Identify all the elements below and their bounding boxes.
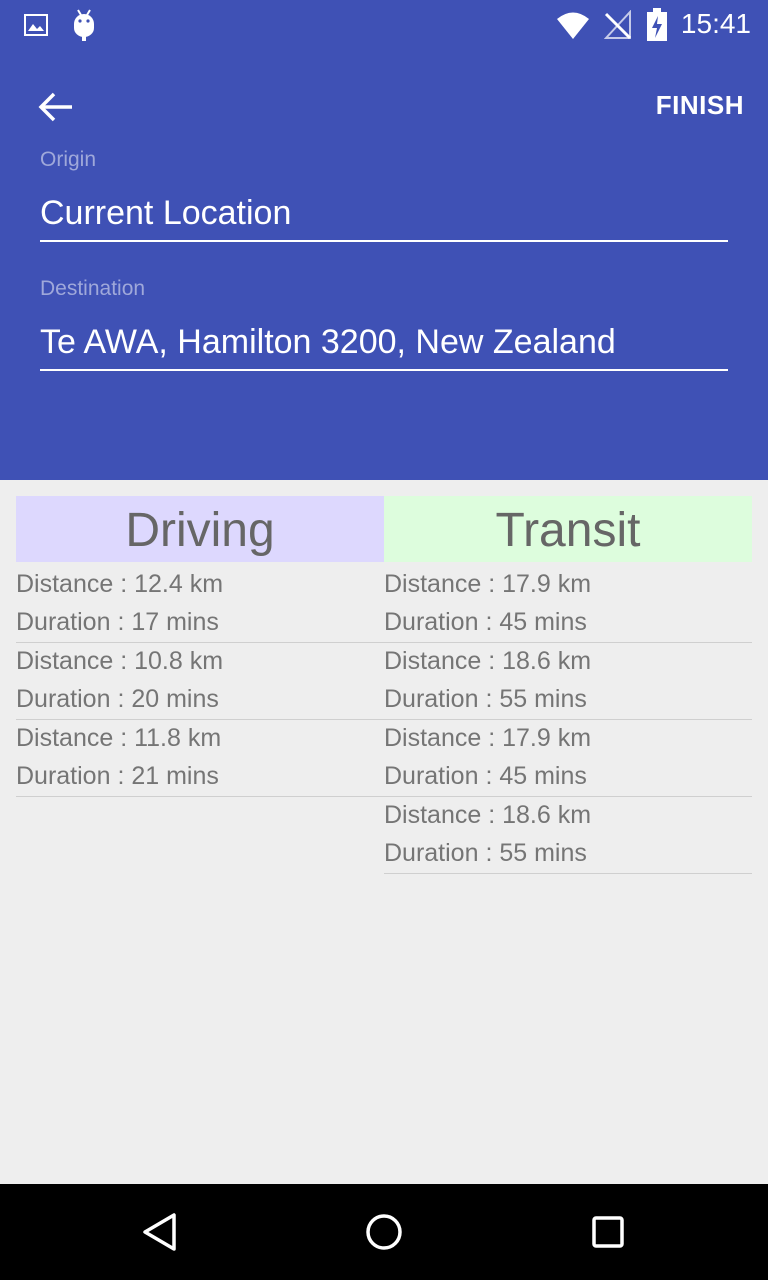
transit-route-item[interactable]: Distance : 17.9 km Duration : 45 mins [384,720,752,797]
status-time: 15:41 [680,8,751,39]
android-icon [74,9,94,41]
driving-header: Driving [16,496,384,562]
back-button[interactable] [30,82,80,132]
route-distance: Distance : 17.9 km [384,570,592,598]
back-triangle-icon [143,1213,176,1251]
origin-label: Origin [40,148,97,171]
route-distance: Distance : 18.6 km [384,647,592,675]
route-duration: Duration : 17 mins [16,608,219,636]
route-duration: Duration : 55 mins [384,839,587,867]
destination-input[interactable]: Te AWA, Hamilton 3200, New Zealand [40,321,728,371]
nav-recents-button[interactable] [580,1204,636,1260]
nav-back-button[interactable] [132,1204,188,1260]
status-bar: 15:41 [0,0,768,50]
route-duration: Duration : 21 mins [16,762,219,790]
route-duration: Duration : 20 mins [16,685,219,713]
nav-home-button[interactable] [356,1204,412,1260]
app-header: 15:41 FINISH Origin Current Location Des… [0,0,768,480]
no-signal-icon [604,10,632,40]
route-distance: Distance : 12.4 km [16,570,224,598]
transit-route-item[interactable]: Distance : 17.9 km Duration : 45 mins [384,566,752,643]
recents-square-icon [592,1216,624,1248]
finish-button[interactable]: FINISH [656,90,744,121]
destination-label: Destination [40,277,146,300]
origin-input[interactable]: Current Location [40,192,728,242]
route-distance: Distance : 11.8 km [16,724,222,752]
wifi-icon [557,12,589,39]
transit-header: Transit [384,496,752,562]
route-distance: Distance : 18.6 km [384,801,592,829]
image-icon [24,14,48,36]
arrow-back-icon [38,92,72,122]
route-duration: Duration : 55 mins [384,685,587,713]
route-distance: Distance : 17.9 km [384,724,592,752]
driving-route-item[interactable]: Distance : 10.8 km Duration : 20 mins [16,643,384,720]
driving-routes-list: Distance : 12.4 km Duration : 17 mins Dist… [16,566,384,797]
driving-route-item[interactable]: Distance : 11.8 km Duration : 21 mins [16,720,384,797]
transit-routes-list: Distance : 17.9 km Duration : 45 mins Dist… [384,566,752,874]
route-duration: Duration : 45 mins [384,762,587,790]
home-circle-icon [366,1214,402,1250]
navigation-bar [0,1184,768,1280]
battery-charging-icon [647,8,667,41]
route-distance: Distance : 10.8 km [16,647,224,675]
transit-route-item[interactable]: Distance : 18.6 km Duration : 55 mins [384,643,752,720]
transit-route-item[interactable]: Distance : 18.6 km Duration : 55 mins [384,797,752,874]
route-duration: Duration : 45 mins [384,608,587,636]
driving-route-item[interactable]: Distance : 12.4 km Duration : 17 mins [16,566,384,643]
